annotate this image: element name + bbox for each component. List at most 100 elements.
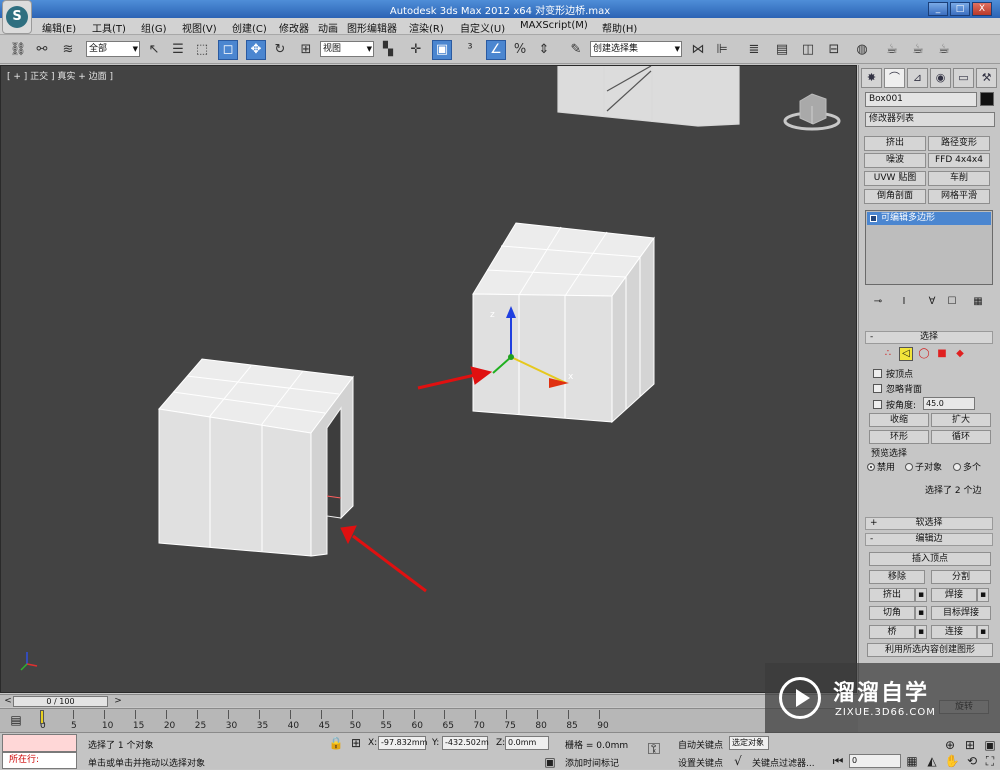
- preview-subobject-radio[interactable]: 子对象: [905, 460, 942, 473]
- target-weld-button[interactable]: 目标焊接: [931, 606, 991, 620]
- selection-set-dropdown[interactable]: 选定对象: [729, 736, 769, 750]
- modifier-stack[interactable]: 可编辑多边形: [865, 210, 993, 285]
- select-scale-icon[interactable]: ⊞: [296, 40, 316, 60]
- schematic-view-icon[interactable]: ⊟: [824, 40, 844, 60]
- y-coordinate-field[interactable]: -432.502m: [442, 736, 489, 750]
- key-icon[interactable]: ⚿: [646, 741, 662, 757]
- menu-help[interactable]: 帮助(H): [602, 20, 637, 35]
- object-name-field[interactable]: Box001: [865, 92, 977, 107]
- connect-settings-icon[interactable]: ▪: [977, 625, 989, 639]
- expand-icon[interactable]: [870, 215, 877, 222]
- window-crossing-icon[interactable]: ◻: [218, 40, 238, 60]
- create-shape-button[interactable]: 利用所选内容创建图形: [867, 643, 993, 657]
- remove-button[interactable]: 移除: [869, 570, 925, 584]
- modifier-noise-button[interactable]: 噪波: [864, 153, 926, 168]
- chamfer-settings-icon[interactable]: ▪: [915, 606, 927, 620]
- chamfer-button[interactable]: 切角: [869, 606, 915, 620]
- pin-stack-icon[interactable]: ⊸: [871, 295, 885, 309]
- current-frame-field[interactable]: 0: [849, 754, 901, 768]
- perspective-viewport[interactable]: [ + ] 正交 ] 真实 + 边面 ] z x: [0, 65, 857, 693]
- border-mode-icon[interactable]: ◯: [917, 347, 931, 361]
- keyboard-shortcut-icon[interactable]: ▣: [432, 40, 452, 60]
- graphite-toolbar-icon[interactable]: ▤: [772, 40, 792, 60]
- pivot-center-icon[interactable]: ▚: [378, 40, 398, 60]
- lock-selection-icon[interactable]: 🔒: [328, 735, 344, 751]
- maximize-viewport-icon[interactable]: ⛶: [982, 753, 998, 769]
- make-unique-icon[interactable]: ∀: [925, 295, 939, 309]
- menu-animation[interactable]: 动画: [318, 20, 338, 35]
- curve-editor-icon[interactable]: ◫: [798, 40, 818, 60]
- ignore-backfacing-checkbox[interactable]: 忽略背面: [873, 382, 922, 395]
- polygon-mode-icon[interactable]: ■: [935, 347, 949, 361]
- angle-snap-icon[interactable]: ∠: [486, 40, 506, 60]
- select-object-icon[interactable]: ↖: [144, 40, 164, 60]
- add-time-tag-label[interactable]: 添加时间标记: [565, 756, 619, 769]
- hierarchy-tab-icon[interactable]: ⊿: [907, 68, 928, 88]
- create-tab-icon[interactable]: ✸: [861, 68, 882, 88]
- modifier-ffd-button[interactable]: FFD 4x4x4: [928, 153, 990, 168]
- weld-button[interactable]: 焊接: [931, 588, 977, 602]
- link-icon[interactable]: ⛓: [8, 40, 28, 60]
- render-setup-icon[interactable]: ☕: [882, 40, 902, 60]
- mini-curve-editor-icon[interactable]: ▤: [8, 712, 24, 728]
- key-curve-icon[interactable]: √: [730, 753, 746, 769]
- display-tab-icon[interactable]: ▭: [953, 68, 974, 88]
- material-editor-icon[interactable]: ◍: [852, 40, 872, 60]
- go-to-start-icon[interactable]: ⏮: [830, 753, 846, 769]
- add-time-tag-icon[interactable]: ▣: [542, 754, 558, 770]
- show-end-result-icon[interactable]: Ⅰ: [897, 295, 911, 309]
- menu-graph-editors[interactable]: 图形编辑器: [347, 20, 397, 35]
- preview-disable-radio[interactable]: 禁用: [867, 460, 895, 473]
- zoom-all-icon[interactable]: ⊞: [962, 737, 978, 753]
- modifier-bevel-profile-button[interactable]: 倒角剖面: [864, 189, 926, 204]
- menu-views[interactable]: 视图(V): [182, 20, 217, 35]
- soft-selection-rollout-header[interactable]: + 软选择: [865, 517, 993, 530]
- unlink-icon[interactable]: ⚯: [32, 40, 52, 60]
- loop-button[interactable]: 循环: [931, 430, 991, 444]
- set-key-button[interactable]: 设置关键点: [678, 756, 723, 769]
- modifier-uvw-button[interactable]: UVW 贴图: [864, 171, 926, 186]
- x-coordinate-field[interactable]: -97.832mm: [378, 736, 427, 750]
- menu-edit[interactable]: 编辑(E): [42, 20, 76, 35]
- modifier-lathe-button[interactable]: 车削: [928, 171, 990, 186]
- time-config-icon[interactable]: ▦: [904, 753, 920, 769]
- spinner-snap-icon[interactable]: ⇕: [534, 40, 554, 60]
- maxscript-listener-field[interactable]: [2, 734, 77, 752]
- bridge-button[interactable]: 桥: [869, 625, 915, 639]
- reference-coord-dropdown[interactable]: 视图: [320, 41, 374, 57]
- menu-group[interactable]: 组(G): [141, 20, 167, 35]
- weld-settings-icon[interactable]: ▪: [977, 588, 989, 602]
- time-slider[interactable]: 0 / 100: [13, 696, 108, 707]
- snaps-toggle-icon[interactable]: ³: [460, 40, 480, 60]
- menu-tools[interactable]: 工具(T): [92, 20, 126, 35]
- named-selection-dropdown[interactable]: 创建选择集: [590, 41, 682, 57]
- close-button[interactable]: X: [972, 2, 992, 16]
- zoom-icon[interactable]: ⊕: [942, 737, 958, 753]
- app-logo-button[interactable]: S: [2, 0, 32, 34]
- modifier-meshsmooth-button[interactable]: 网格平滑: [928, 189, 990, 204]
- extrude-button[interactable]: 挤出: [869, 588, 915, 602]
- extrude-settings-icon[interactable]: ▪: [915, 588, 927, 602]
- connect-button[interactable]: 连接: [931, 625, 977, 639]
- select-rotate-icon[interactable]: ↻: [270, 40, 290, 60]
- key-filters-button[interactable]: 关键点过滤器...: [752, 756, 815, 769]
- maxscript-line-field[interactable]: 所在行:: [2, 752, 77, 769]
- absolute-mode-icon[interactable]: ⊞: [348, 735, 364, 751]
- auto-key-button[interactable]: 自动关键点: [678, 738, 723, 751]
- menu-rendering[interactable]: 渲染(R): [409, 20, 444, 35]
- split-button[interactable]: 分割: [931, 570, 991, 584]
- layer-manager-icon[interactable]: ≣: [744, 40, 764, 60]
- select-move-icon[interactable]: ✥: [246, 40, 266, 60]
- select-by-name-icon[interactable]: ☰: [168, 40, 188, 60]
- time-marker[interactable]: [40, 710, 44, 724]
- zoom-extents-icon[interactable]: ▣: [982, 737, 998, 753]
- menu-create[interactable]: 创建(C): [232, 20, 267, 35]
- selection-rollout-header[interactable]: - 选择: [865, 331, 993, 344]
- by-vertex-checkbox[interactable]: 按顶点: [873, 367, 913, 380]
- field-of-view-icon[interactable]: ◭: [924, 753, 940, 769]
- percent-snap-icon[interactable]: %: [510, 40, 530, 60]
- bridge-settings-icon[interactable]: ▪: [915, 625, 927, 639]
- edit-edges-rollout-header[interactable]: - 编辑边: [865, 533, 993, 546]
- insert-vertex-button[interactable]: 插入顶点: [869, 552, 991, 566]
- shrink-button[interactable]: 收缩: [869, 413, 929, 427]
